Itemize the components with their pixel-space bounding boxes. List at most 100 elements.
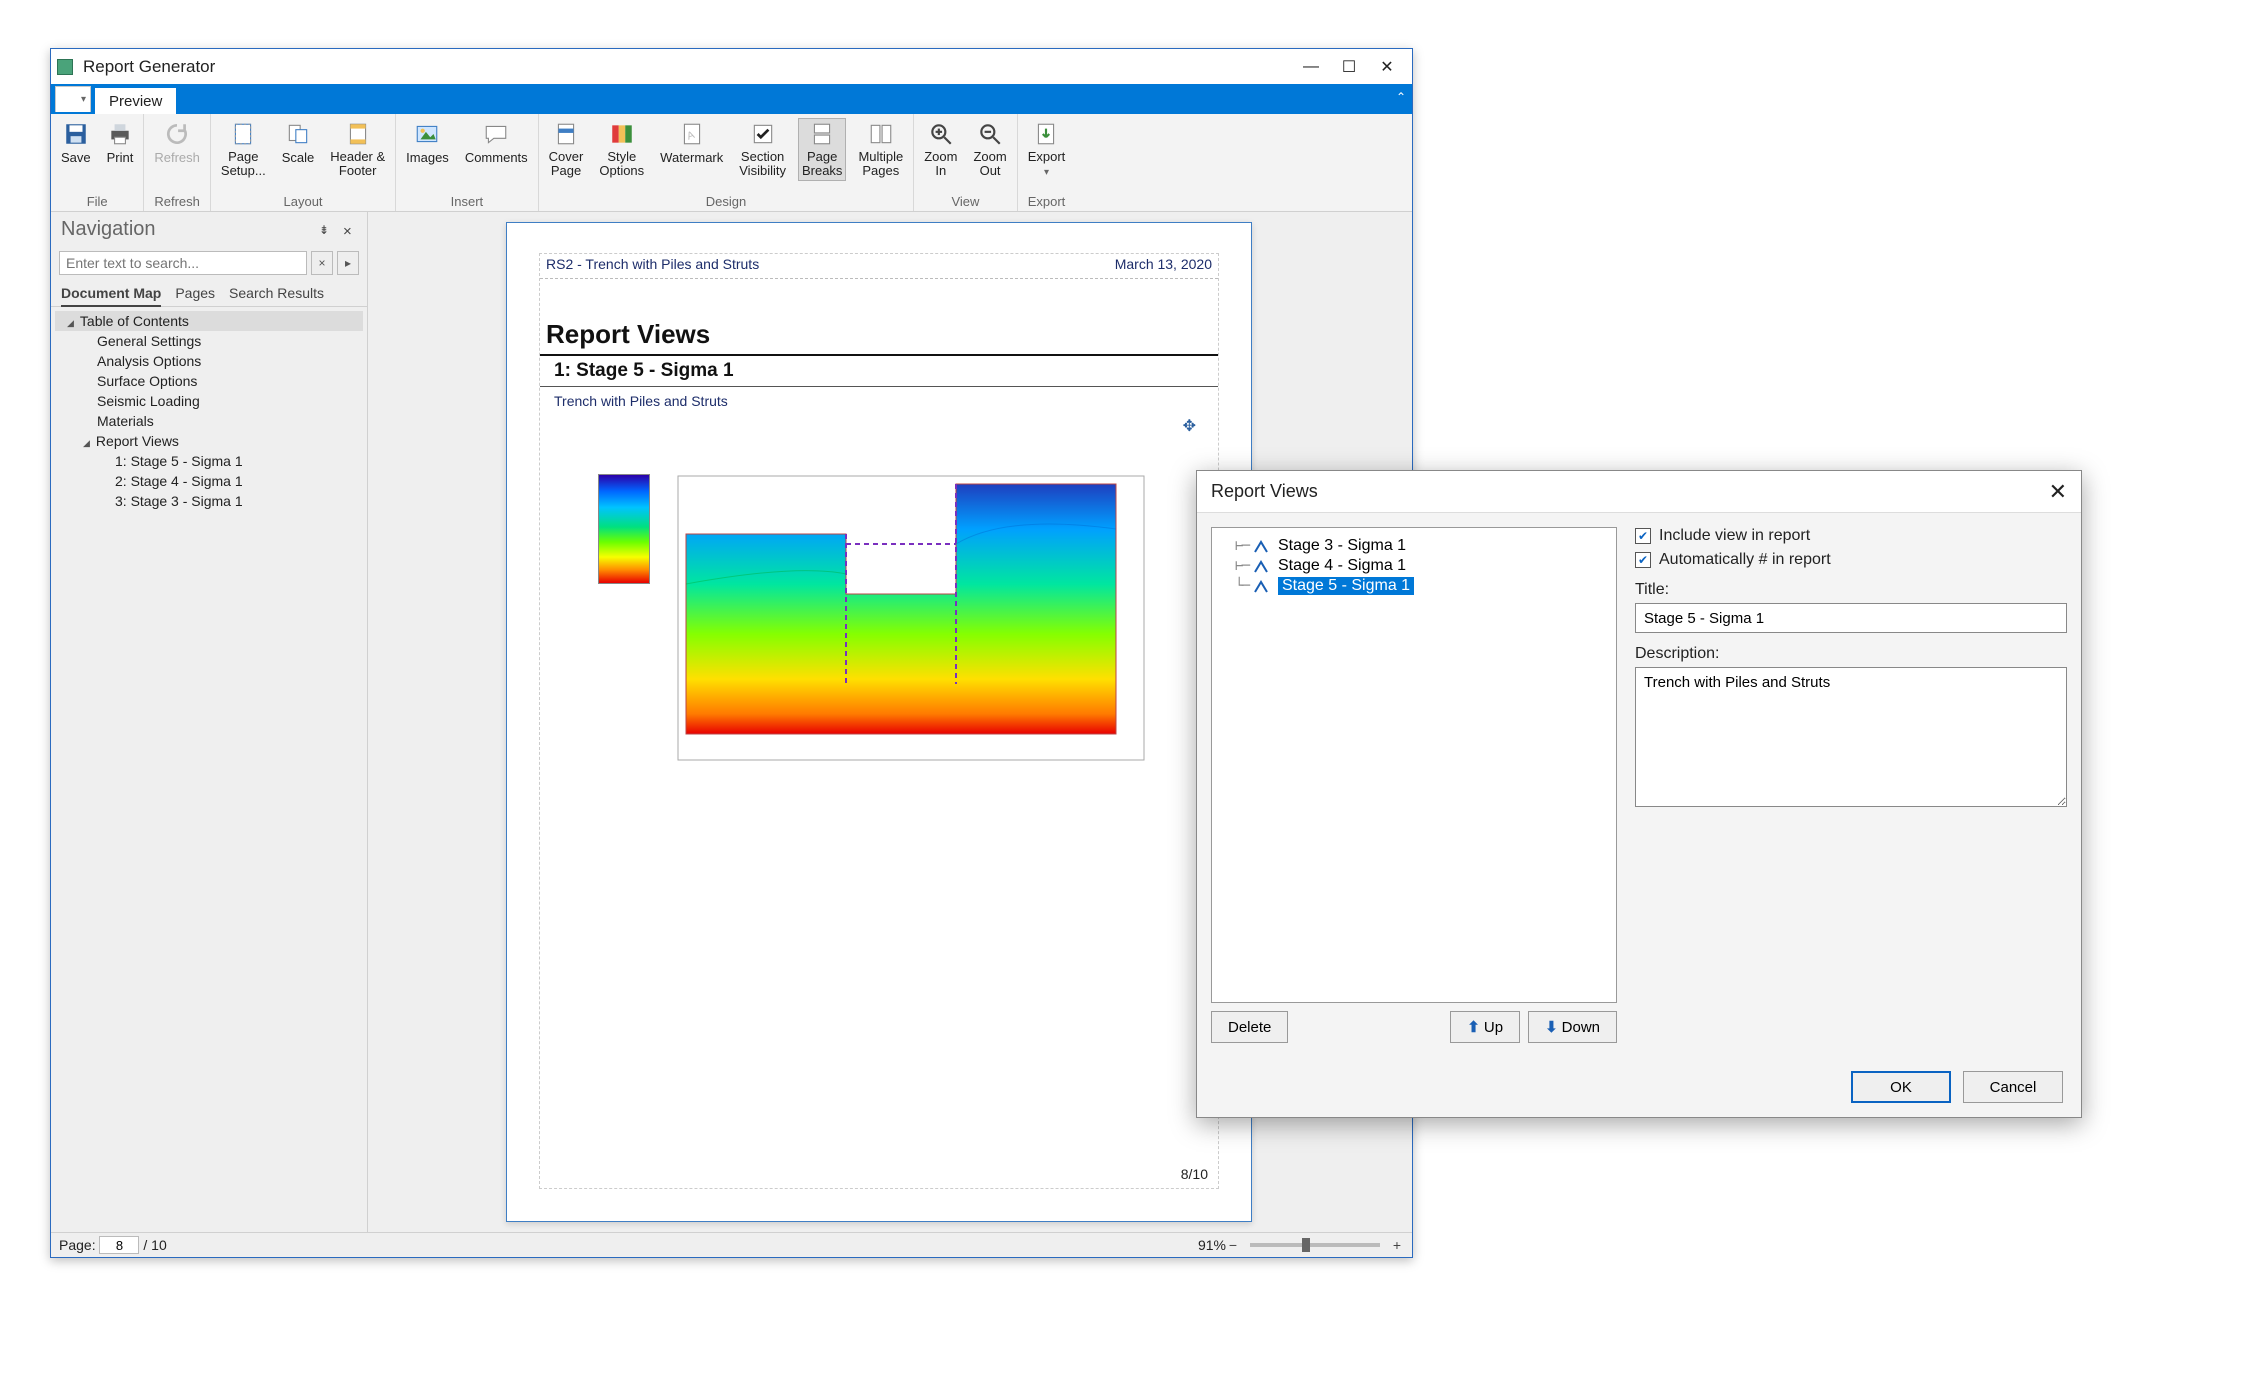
- search-go-button[interactable]: ▸: [337, 251, 359, 275]
- clear-search-button[interactable]: ×: [311, 251, 333, 275]
- tree-view-item[interactable]: 1: Stage 5 - Sigma 1: [55, 451, 363, 471]
- description-textarea[interactable]: [1635, 667, 2067, 807]
- cover-page-icon: [553, 121, 579, 147]
- list-item[interactable]: ⊢─ Stage 3 - Sigma 1: [1218, 536, 1610, 556]
- tree-item[interactable]: Seismic Loading: [55, 391, 363, 411]
- ribbon-group-view: ZoomIn ZoomOut View: [914, 114, 1017, 211]
- move-up-button[interactable]: ⬆Up: [1450, 1011, 1520, 1043]
- list-item-selected[interactable]: └─ Stage 5 - Sigma 1: [1218, 576, 1610, 596]
- tree-report-views[interactable]: Report Views: [55, 431, 363, 451]
- watermark-button[interactable]: A Watermark: [656, 118, 727, 181]
- comments-icon: [483, 121, 509, 147]
- include-row: ✔ Include view in report: [1635, 527, 2067, 545]
- page-h1: Report Views: [540, 319, 1218, 350]
- pin-icon[interactable]: ⇟: [319, 223, 333, 237]
- zoom-out-icon: [977, 121, 1003, 147]
- tree-item[interactable]: Analysis Options: [55, 351, 363, 371]
- current-page-input[interactable]: [99, 1236, 139, 1254]
- collapse-ribbon-icon[interactable]: ⌃: [1396, 90, 1406, 104]
- maximize-button[interactable]: ☐: [1330, 53, 1368, 81]
- simulation-figure: [598, 474, 1168, 774]
- group-file-label: File: [57, 194, 137, 209]
- zoom-plus-button[interactable]: +: [1390, 1237, 1404, 1253]
- zoom-in-label: ZoomIn: [924, 150, 957, 178]
- list-item[interactable]: ⊢─ Stage 4 - Sigma 1: [1218, 556, 1610, 576]
- tab-pages[interactable]: Pages: [175, 285, 215, 302]
- tree-item[interactable]: Surface Options: [55, 371, 363, 391]
- style-options-icon: [609, 121, 635, 147]
- file-menu-button[interactable]: ▾: [55, 86, 91, 112]
- zoom-in-button[interactable]: ZoomIn: [920, 118, 961, 181]
- up-label: Up: [1484, 1019, 1503, 1036]
- zoom-slider[interactable]: [1250, 1243, 1380, 1247]
- page-setup-icon: [230, 121, 256, 147]
- tree-view-item[interactable]: 2: Stage 4 - Sigma 1: [55, 471, 363, 491]
- page-subtitle: Trench with Piles and Struts: [540, 393, 1218, 409]
- close-nav-icon[interactable]: ×: [343, 223, 357, 237]
- cancel-button[interactable]: Cancel: [1963, 1071, 2063, 1103]
- dialog-close-button[interactable]: ✕: [2049, 479, 2067, 505]
- color-legend: [598, 474, 650, 584]
- comments-button[interactable]: Comments: [461, 118, 532, 168]
- multiple-pages-button[interactable]: MultiplePages: [854, 118, 907, 181]
- watermark-icon: A: [679, 121, 705, 147]
- report-views-dialog: Report Views ✕ ⊢─ Stage 3 - Sigma 1 ⊢─ S…: [1196, 470, 2082, 1118]
- zoom-slider-thumb[interactable]: [1302, 1238, 1310, 1252]
- views-list[interactable]: ⊢─ Stage 3 - Sigma 1 ⊢─ Stage 4 - Sigma …: [1211, 527, 1617, 1003]
- tree-item[interactable]: General Settings: [55, 331, 363, 351]
- autonum-label: Automatically # in report: [1659, 551, 1831, 569]
- scale-button[interactable]: Scale: [278, 118, 319, 181]
- ribbon-group-layout: PageSetup... Scale Header &Footer Layout: [211, 114, 396, 211]
- curve-icon: [1254, 559, 1272, 573]
- tree-view-item[interactable]: 3: Stage 3 - Sigma 1: [55, 491, 363, 511]
- zoom-value: 91%: [1198, 1237, 1226, 1253]
- tree-root[interactable]: Table of Contents: [55, 311, 363, 331]
- export-button[interactable]: Export ▾: [1024, 118, 1070, 181]
- list-item-label: Stage 5 - Sigma 1: [1278, 577, 1414, 595]
- style-options-button[interactable]: StyleOptions: [595, 118, 648, 181]
- tab-search-results[interactable]: Search Results: [229, 285, 324, 302]
- delete-button[interactable]: Delete: [1211, 1011, 1288, 1043]
- tree-item[interactable]: Materials: [55, 411, 363, 431]
- save-button[interactable]: Save: [57, 118, 95, 168]
- page-setup-button[interactable]: PageSetup...: [217, 118, 270, 181]
- autonum-checkbox[interactable]: ✔: [1635, 552, 1651, 568]
- zoom-out-button[interactable]: ZoomOut: [969, 118, 1010, 181]
- group-insert-label: Insert: [402, 194, 532, 209]
- search-input[interactable]: [59, 251, 307, 275]
- page-inner: RS2 - Trench with Piles and Struts March…: [539, 253, 1219, 1189]
- dialog-left-panel: ⊢─ Stage 3 - Sigma 1 ⊢─ Stage 4 - Sigma …: [1211, 527, 1617, 1043]
- h2-divider: [540, 386, 1218, 387]
- zoom-in-icon: [928, 121, 954, 147]
- print-icon: [107, 121, 133, 147]
- multiple-pages-icon: [868, 121, 894, 147]
- section-visibility-button[interactable]: SectionVisibility: [735, 118, 790, 181]
- page-breaks-icon: [809, 121, 835, 147]
- print-button[interactable]: Print: [103, 118, 138, 168]
- style-options-label: StyleOptions: [599, 150, 644, 178]
- cover-page-button[interactable]: CoverPage: [545, 118, 588, 181]
- header-footer-button[interactable]: Header &Footer: [326, 118, 389, 181]
- tab-document-map[interactable]: Document Map: [61, 285, 161, 307]
- move-down-button[interactable]: ⬇Down: [1528, 1011, 1617, 1043]
- statusbar: Page: / 10 91% − +: [51, 1232, 1412, 1257]
- section-visibility-label: SectionVisibility: [739, 150, 786, 178]
- zoom-minus-button[interactable]: −: [1226, 1237, 1240, 1253]
- curve-icon: [1254, 579, 1272, 593]
- close-button[interactable]: ✕: [1368, 53, 1406, 81]
- ok-button[interactable]: OK: [1851, 1071, 1951, 1103]
- page-project-title: RS2 - Trench with Piles and Struts: [546, 256, 759, 272]
- page-label: Page:: [59, 1237, 96, 1253]
- include-checkbox[interactable]: ✔: [1635, 528, 1651, 544]
- export-icon: [1033, 121, 1059, 147]
- images-button[interactable]: Images: [402, 118, 453, 168]
- tab-preview[interactable]: Preview: [95, 88, 176, 114]
- scale-icon: [285, 121, 311, 147]
- move-handle-icon[interactable]: ✥: [1183, 416, 1196, 436]
- minimize-button[interactable]: —: [1292, 53, 1330, 81]
- page-breaks-button[interactable]: PageBreaks: [798, 118, 846, 181]
- header-footer-icon: [345, 121, 371, 147]
- refresh-button[interactable]: Refresh: [150, 118, 204, 168]
- title-input[interactable]: [1635, 603, 2067, 633]
- page-setup-label: PageSetup...: [221, 150, 266, 178]
